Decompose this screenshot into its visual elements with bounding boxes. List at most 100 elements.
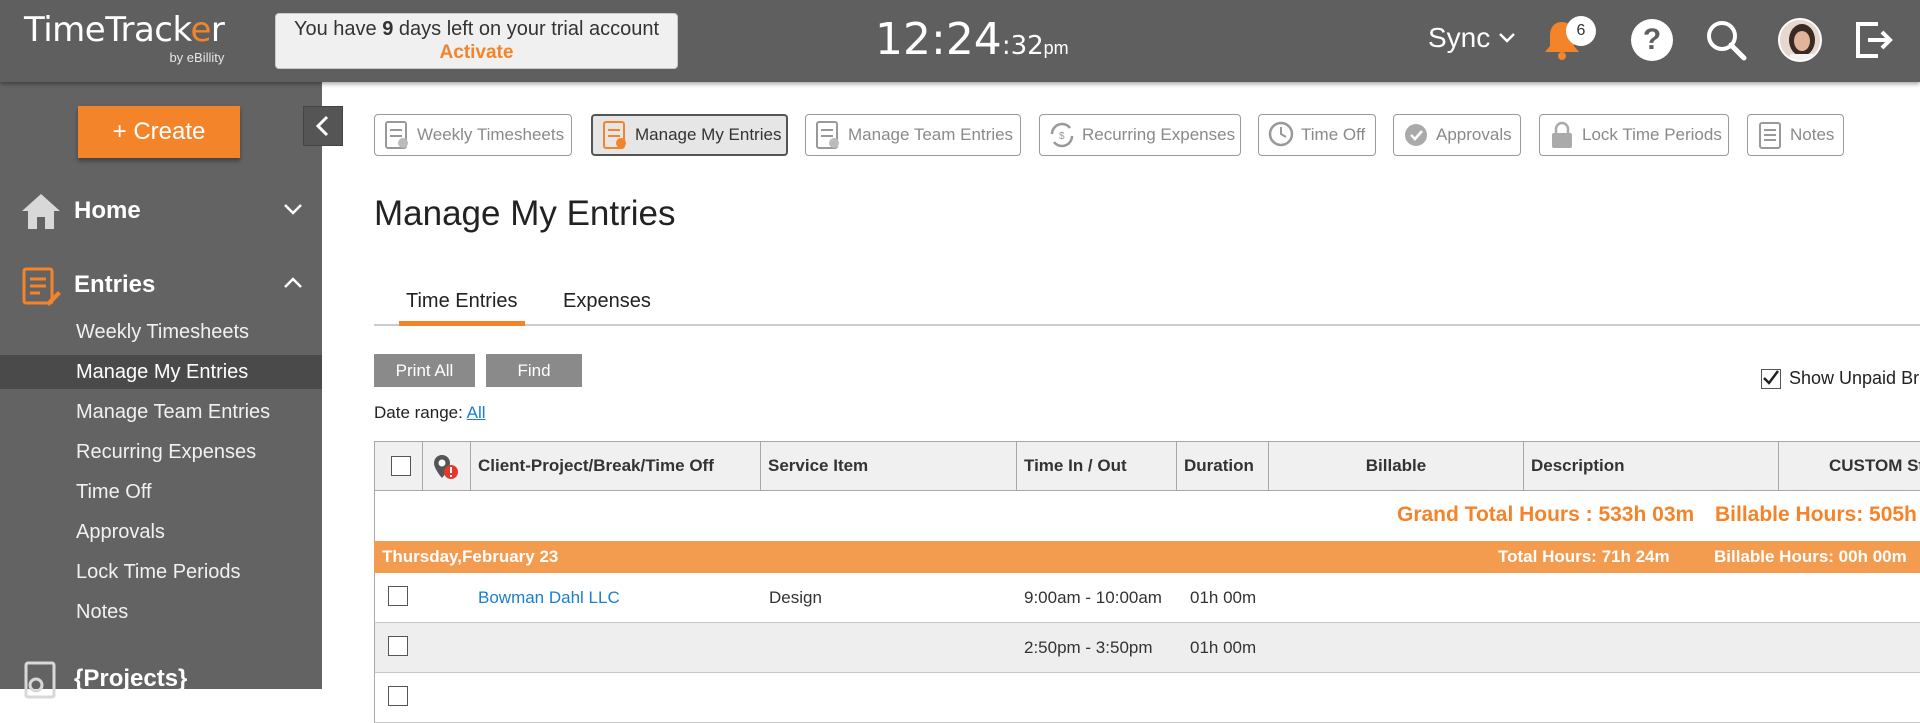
create-button[interactable]: + Create xyxy=(78,106,240,158)
column-time-in-out[interactable]: Time In / Out xyxy=(1017,442,1177,490)
lock-icon xyxy=(1552,121,1572,148)
logo-text: TimeTracker xyxy=(24,10,225,50)
quicknav-label: Lock Time Periods xyxy=(1582,125,1722,144)
chevron-left-icon xyxy=(315,115,329,137)
time-in-out-cell: 2:50pm - 3:50pm xyxy=(1024,638,1153,657)
quicknav-manage-my-entries[interactable]: Manage My Entries xyxy=(591,114,788,156)
home-icon xyxy=(16,191,66,231)
date-range-label: Date range: xyxy=(374,403,463,422)
sidebar-item-time-off[interactable]: Time Off xyxy=(0,475,322,509)
day-total-hours: Total Hours: 71h 24m xyxy=(1498,547,1670,566)
find-button[interactable]: Find xyxy=(486,354,582,387)
select-all-cell xyxy=(375,442,423,490)
duration-cell: 01h 00m xyxy=(1190,588,1257,607)
time-off-icon xyxy=(1268,121,1294,147)
tab-expenses[interactable]: Expenses xyxy=(556,286,658,326)
location-column xyxy=(423,442,471,490)
collapse-sidebar-button[interactable] xyxy=(303,106,343,146)
duration-cell: 01h 00m xyxy=(1190,638,1257,657)
column-billable[interactable]: Billable xyxy=(1269,442,1524,490)
sidebar-item-entries[interactable]: Entries xyxy=(0,260,322,310)
recurring-icon: $ xyxy=(1050,122,1074,148)
sidebar-item-lock-time-periods[interactable]: Lock Time Periods xyxy=(0,555,322,589)
sidebar-item-approvals[interactable]: Approvals xyxy=(0,515,322,549)
show-unpaid-breaks-toggle[interactable]: Show Unpaid Br xyxy=(1761,368,1919,389)
sidebar-item-recurring-expenses[interactable]: Recurring Expenses xyxy=(0,435,322,469)
billable-total-hours: Billable Hours: 505h 40 xyxy=(1715,503,1920,526)
sidebar-item-projects[interactable]: {Projects} xyxy=(0,654,322,704)
table-row[interactable]: Bowman Dahl LLC Design 9:00am - 10:00am … xyxy=(374,573,1920,623)
sidebar-item-manage-team-entries[interactable]: Manage Team Entries xyxy=(0,395,322,429)
sidebar-item-weekly-timesheets[interactable]: Weekly Timesheets xyxy=(0,315,322,349)
print-all-button[interactable]: Print All xyxy=(374,354,475,387)
show-unpaid-checkbox[interactable] xyxy=(1761,368,1781,389)
client-link[interactable]: Bowman Dahl LLC xyxy=(478,588,620,607)
app-logo[interactable]: TimeTracker by eBillity xyxy=(24,10,225,65)
sidebar-item-home[interactable]: Home xyxy=(0,186,322,236)
logout-button[interactable] xyxy=(1850,16,1898,64)
tab-time-entries[interactable]: Time Entries xyxy=(399,286,525,326)
column-service-item[interactable]: Service Item xyxy=(761,442,1017,490)
entries-icon xyxy=(16,263,66,307)
select-all-checkbox[interactable] xyxy=(391,456,411,476)
svg-text:$: $ xyxy=(1059,131,1065,142)
page-title: Manage My Entries xyxy=(374,194,676,233)
quicknav-label: Time Off xyxy=(1301,125,1366,144)
timesheet-icon xyxy=(385,121,408,149)
day-label: Thursday,February 23 xyxy=(382,547,559,566)
sidebar-item-label: Entries xyxy=(74,271,156,298)
quicknav-label: Weekly Timesheets xyxy=(417,125,565,144)
quicknav-label: Notes xyxy=(1790,125,1835,144)
column-custom-status[interactable]: CUSTOM Sta xyxy=(1779,442,1920,490)
row-checkbox[interactable] xyxy=(388,586,408,606)
column-duration[interactable]: Duration xyxy=(1177,442,1269,490)
date-range-link[interactable]: All xyxy=(467,403,486,422)
avatar xyxy=(1778,18,1822,62)
row-checkbox[interactable] xyxy=(388,636,408,656)
trial-banner: You have 9 days left on your trial accou… xyxy=(275,13,678,69)
table-row[interactable]: 2:50pm - 3:50pm 01h 00m xyxy=(374,623,1920,673)
quicknav-manage-team-entries[interactable]: Manage Team Entries xyxy=(805,114,1021,156)
row-checkbox[interactable] xyxy=(388,686,408,706)
column-description[interactable]: Description xyxy=(1524,442,1779,490)
quicknav-weekly-timesheets[interactable]: Weekly Timesheets xyxy=(374,114,572,156)
day-billable-hours: Billable Hours: 00h 00m xyxy=(1714,547,1907,566)
checkmark-icon xyxy=(1763,369,1779,385)
location-alert-icon xyxy=(434,455,458,479)
my-entries-icon xyxy=(603,121,626,149)
notifications-button[interactable]: 6 xyxy=(1538,16,1596,64)
chevron-up-icon xyxy=(284,277,302,288)
search-button[interactable] xyxy=(1702,16,1750,64)
help-button[interactable]: ? xyxy=(1628,16,1676,64)
sync-label: Sync xyxy=(1428,22,1491,53)
logo-subtitle: by eBillity xyxy=(169,50,225,65)
quicknav-approvals[interactable]: Approvals xyxy=(1393,114,1521,156)
sync-dropdown[interactable]: Sync xyxy=(1428,22,1516,54)
activate-link[interactable]: Activate xyxy=(276,42,677,64)
sidebar-item-label: Home xyxy=(74,197,141,224)
trial-text: You have 9 days left on your trial accou… xyxy=(293,18,660,40)
quicknav-notes[interactable]: Notes xyxy=(1747,114,1844,156)
table-row[interactable] xyxy=(374,673,1920,723)
date-range: Date range: All xyxy=(374,403,486,423)
service-item-cell: Design xyxy=(769,588,822,607)
clock: 12:24:32pm xyxy=(875,14,1069,65)
day-group-header: Thursday,February 23 Total Hours: 71h 24… xyxy=(374,541,1920,573)
grand-totals-row: Grand Total Hours : 533h 03m Billable Ho… xyxy=(374,491,1920,541)
entry-tabs: Time Entries Expenses xyxy=(374,286,1920,326)
column-client-project[interactable]: Client-Project/Break/Time Off xyxy=(471,442,761,490)
quicknav-lock-time-periods[interactable]: Lock Time Periods xyxy=(1539,114,1729,156)
quicknav-recurring-expenses[interactable]: $ Recurring Expenses xyxy=(1039,114,1241,156)
search-icon xyxy=(1707,21,1747,61)
quicknav-time-off[interactable]: Time Off xyxy=(1258,114,1376,156)
chevron-down-icon xyxy=(284,204,302,215)
top-bar: TimeTracker by eBillity You have 9 days … xyxy=(0,0,1920,82)
user-avatar-button[interactable] xyxy=(1776,16,1824,64)
quicknav-label: Manage My Entries xyxy=(635,125,782,144)
grand-total-hours: Grand Total Hours : 533h 03m xyxy=(1397,503,1695,526)
sidebar-item-notes[interactable]: Notes xyxy=(0,595,322,629)
time-in-out-cell: 9:00am - 10:00am xyxy=(1024,588,1162,607)
sidebar: + Create Home Entries Weekly Timesheets … xyxy=(0,82,322,699)
notes-icon xyxy=(1759,122,1781,149)
sidebar-item-manage-my-entries[interactable]: Manage My Entries xyxy=(0,355,322,389)
